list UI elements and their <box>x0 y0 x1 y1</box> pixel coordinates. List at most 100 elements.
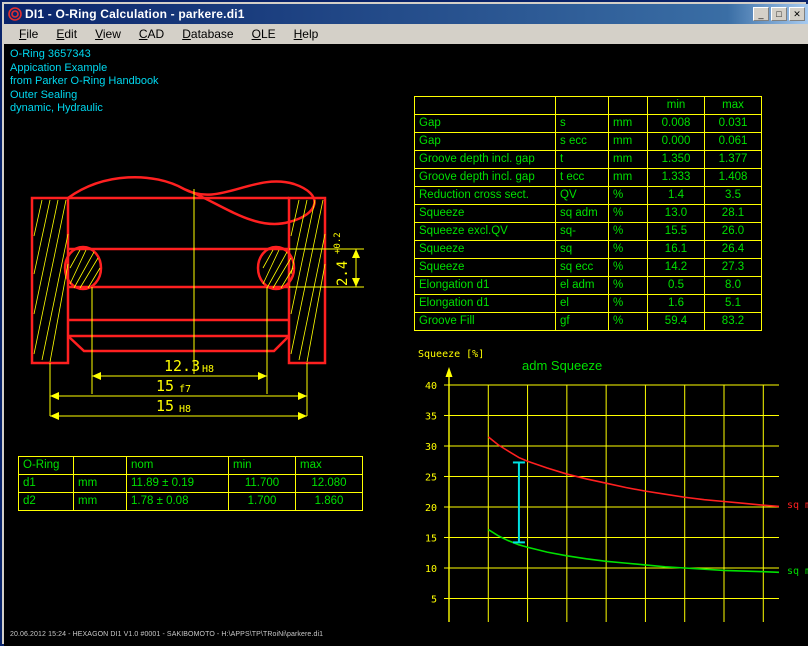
squeeze-chart: Squeeze [%] adm Squeeze d2 [mm] 05101520… <box>404 299 808 622</box>
table-row: Groove depth incl. gap t mm 1.350 1.377 <box>414 150 762 169</box>
cell-min: 1.700 <box>228 492 296 511</box>
cell-max: 12.080 <box>295 474 363 493</box>
minimize-glyph: _ <box>758 9 764 19</box>
cell-label: Groove depth incl. gap <box>414 150 556 169</box>
status-text: 20.06.2012 15:24 - HEXAGON DI1 V1.0 #000… <box>10 630 324 638</box>
cell-min: 16.1 <box>647 240 705 259</box>
dim-housing-tolerance: H8 <box>179 404 191 415</box>
legend-sq-min: sq min <box>787 566 808 578</box>
window-title: DI1 - O-Ring Calculation - parkere.di1 <box>25 7 245 21</box>
menu-cad-accel: C <box>138 27 148 41</box>
chart-series-sq-min <box>487 528 780 574</box>
close-button[interactable]: ✕ <box>789 7 805 21</box>
menu-help-accel: H <box>293 27 303 41</box>
legend-sq-max: sq max <box>787 500 808 512</box>
menu-ole-rest: LE <box>260 27 276 41</box>
oring-header-nom: nom <box>126 456 229 475</box>
cell-max: 28.1 <box>704 204 762 223</box>
cell-symbol: sq ecc <box>555 258 609 277</box>
cell-symbol: sq <box>555 240 609 259</box>
cell-symbol: s <box>555 114 609 133</box>
table-header-row: O-Ring nom min max <box>18 456 363 475</box>
table-row: Squeeze sq adm % 13.0 28.1 <box>414 204 762 223</box>
cell-symbol: QV <box>555 186 609 205</box>
cell-label: d2 <box>18 492 74 511</box>
dim-shaft-value: 15 <box>156 377 174 395</box>
cell-symbol: t ecc <box>555 168 609 187</box>
cell-unit: % <box>608 204 648 223</box>
results-header-min: min <box>647 96 705 115</box>
menu-item-cad[interactable]: CAD <box>130 25 173 43</box>
menu-item-ole[interactable]: OLE <box>243 25 285 43</box>
chart-y-tick-label: 15 <box>425 534 437 545</box>
part-info-line-1: Appication Example <box>10 61 108 74</box>
table-row: d1 mm 11.89 ± 0.19 11.700 12.080 <box>18 474 363 493</box>
maximize-button[interactable]: □ <box>771 7 787 21</box>
cell-min: 0.5 <box>647 276 705 295</box>
cell-unit: % <box>608 186 648 205</box>
cell-unit: mm <box>608 114 648 133</box>
chart-series-sq-max <box>487 436 780 508</box>
chart-y-tick-label: 40 <box>425 381 437 392</box>
cell-min: 11.700 <box>228 474 296 493</box>
cell-label: Elongation d1 <box>414 276 556 295</box>
cell-label: Squeeze <box>414 204 556 223</box>
chart-y-tick-label: 35 <box>425 412 437 423</box>
cell-unit: mm <box>608 150 648 169</box>
dim-bore-value: 12.3 <box>164 357 200 375</box>
menu-bar: File Edit View CAD Database OLE Help <box>4 24 808 44</box>
cell-max: 26.0 <box>704 222 762 241</box>
menu-cad-rest: AD <box>147 27 165 41</box>
menu-item-help[interactable]: Help <box>285 25 328 43</box>
menu-view-accel: V <box>95 27 103 41</box>
cell-max: 1.408 <box>704 168 762 187</box>
cell-symbol: sq adm <box>555 204 609 223</box>
results-header-0 <box>414 96 556 115</box>
oring-header-0: O-Ring <box>18 456 74 475</box>
chart-y-tick-label: 25 <box>425 473 437 484</box>
cell-unit: % <box>608 258 648 277</box>
cell-unit: % <box>608 222 648 241</box>
cell-min: 14.2 <box>647 258 705 277</box>
table-row: Gap s ecc mm 0.000 0.061 <box>414 132 762 151</box>
cell-nominal: 1.78 ± 0.08 <box>126 492 229 511</box>
cell-unit: mm <box>73 492 127 511</box>
cell-max: 8.0 <box>704 276 762 295</box>
cell-label: d1 <box>18 474 74 493</box>
cell-unit: mm <box>608 132 648 151</box>
cell-min: 15.5 <box>647 222 705 241</box>
maximize-glyph: □ <box>776 9 782 19</box>
oring-app-icon <box>8 7 22 21</box>
cell-max: 0.031 <box>704 114 762 133</box>
menu-item-view[interactable]: View <box>86 25 130 43</box>
menu-item-edit[interactable]: Edit <box>47 25 86 43</box>
cell-min: 1.333 <box>647 168 705 187</box>
menu-item-file[interactable]: File <box>10 25 47 43</box>
cell-label: Squeeze excl.QV <box>414 222 556 241</box>
oring-profile-curve <box>67 176 316 226</box>
drawing-canvas[interactable]: O-Ring 3657343 Appication Example from P… <box>4 44 808 622</box>
window-controls: _ □ ✕ <box>753 7 806 21</box>
dim-bore-tolerance: H8 <box>202 364 214 375</box>
table-row: Reduction cross sect. QV % 1.4 3.5 <box>414 186 762 205</box>
chart-y-axis-arrow <box>445 367 453 377</box>
cell-symbol: s ecc <box>555 132 609 151</box>
minimize-button[interactable]: _ <box>753 7 769 21</box>
menu-ole-accel: O <box>251 27 261 41</box>
dim-housing-value: 15 <box>156 397 174 415</box>
cell-nominal: 11.89 ± 0.19 <box>126 474 229 493</box>
menu-item-database[interactable]: Database <box>173 25 242 43</box>
part-info-line-0: O-Ring 3657343 <box>10 48 91 60</box>
cell-unit: mm <box>73 474 127 493</box>
part-info-line-2: from Parker O-Ring Handbook <box>10 75 159 87</box>
chart-y-tick-label: 20 <box>425 503 437 514</box>
oring-cross-section-drawing: 12.3 H8 15 f7 15 H8 2.4 +0.2 <box>30 176 364 420</box>
shaft-chamfer <box>67 335 290 353</box>
cell-symbol: sq- <box>555 222 609 241</box>
dim-groove-value: 2.4 <box>335 261 351 286</box>
cell-min: 1.4 <box>647 186 705 205</box>
cell-label: Reduction cross sect. <box>414 186 556 205</box>
cell-max: 26.4 <box>704 240 762 259</box>
menu-database-accel: D <box>182 27 191 41</box>
chart-plot-area[interactable]: 0510152025303540012345678 <box>404 299 808 622</box>
